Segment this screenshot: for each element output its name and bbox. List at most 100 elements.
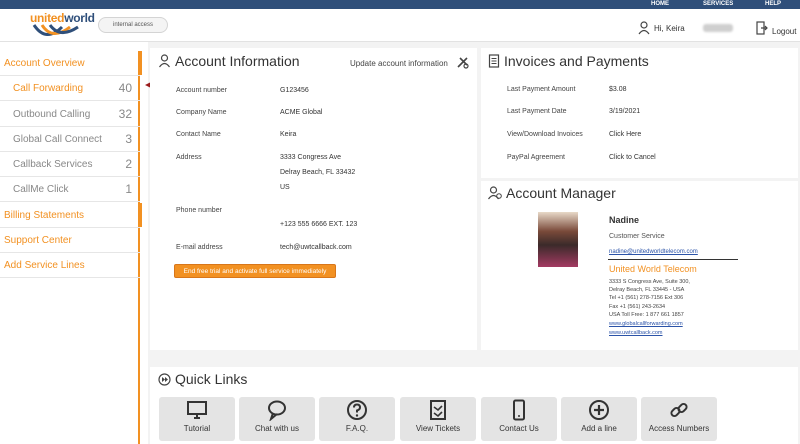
phone-value: +123 555 6666 EXT. 123 xyxy=(280,221,358,228)
quick-link-access-numbers[interactable]: Access Numbers xyxy=(641,397,717,441)
sidebar-item-support-center[interactable]: Support Center xyxy=(0,228,140,253)
manager-name: Nadine xyxy=(609,215,640,225)
panel-title-text: Invoices and Payments xyxy=(504,53,649,69)
top-nav-bar: HOME SERVICES HELP xyxy=(0,0,800,9)
sidebar-item-global-call-connect[interactable]: Global Call Connect 3 xyxy=(0,127,140,152)
quick-link-label: Add a line xyxy=(581,424,617,433)
manager-email-link[interactable]: nadine@unitedworldtelecom.com xyxy=(609,249,698,255)
quick-link-label: View Tickets xyxy=(415,424,461,433)
account-number-label: Account number xyxy=(176,87,227,94)
sidebar-item-outbound-calling[interactable]: Outbound Calling 32 xyxy=(0,102,140,127)
sidebar-item-label: Add Service Lines xyxy=(4,259,85,271)
document-icon xyxy=(488,54,500,68)
sidebar-item-label: Call Forwarding xyxy=(13,82,84,94)
logout-label: Logout xyxy=(772,27,797,36)
plus-circle-icon xyxy=(589,400,609,420)
quick-link-label: Chat with us xyxy=(254,424,300,433)
sidebar-item-label: Account Overview xyxy=(4,57,85,69)
sidebar-item-count: 32 xyxy=(118,107,132,121)
address-line3: US xyxy=(280,184,290,191)
sidebar-item-billing-statements[interactable]: Billing Statements xyxy=(0,203,142,228)
manager-website-link[interactable]: www.globalcallforwarding.com xyxy=(609,321,683,327)
sidebar-item-count: 3 xyxy=(125,132,132,146)
email-value: tech@uwtcallback.com xyxy=(280,244,352,251)
user-greeting: Hi, Keira xyxy=(654,23,685,33)
nav-services-link[interactable]: SERVICES xyxy=(703,0,733,9)
paypal-cancel-link[interactable]: Click to Cancel xyxy=(609,154,656,161)
account-manager-title: Account Manager xyxy=(488,185,616,201)
sidebar-item-call-forwarding[interactable]: Call Forwarding 40 xyxy=(0,76,140,101)
sidebar-item-label: Support Center xyxy=(4,234,72,246)
sidebar-item-count: 40 xyxy=(118,81,132,95)
quick-link-tutorial[interactable]: Tutorial xyxy=(159,397,235,441)
panel-title-text: Account Information xyxy=(175,53,300,69)
sidebar-item-label: Global Call Connect xyxy=(13,133,102,145)
user-icon xyxy=(638,21,650,35)
manager-address-line2: Delray Beach, FL 33445 - USA xyxy=(609,287,685,293)
manager-tollfree: USA Toll Free: 1 877 661 1857 xyxy=(609,312,684,318)
user-icon xyxy=(159,54,170,68)
sidebar-item-add-service-lines[interactable]: Add Service Lines xyxy=(0,253,140,278)
company-label: Company Name xyxy=(176,109,227,116)
quick-link-view-tickets[interactable]: View Tickets xyxy=(400,397,476,441)
quick-link-label: F.A.Q. xyxy=(345,424,369,433)
phone-label: Phone number xyxy=(176,207,222,214)
address-line2: Delray Beach, FL 33432 xyxy=(280,169,356,176)
brand-logo[interactable]: unitedworld xyxy=(30,11,95,41)
activate-service-button[interactable]: End free trial and activate full service… xyxy=(174,264,336,278)
update-account-link[interactable]: Update account information xyxy=(350,59,448,68)
paypal-agreement-label: PayPal Agreement xyxy=(507,154,565,161)
chat-bubble-icon xyxy=(268,400,286,421)
sidebar-item-callme-click[interactable]: CallMe Click 1 xyxy=(0,177,140,202)
quick-link-faq[interactable]: F.A.Q. xyxy=(319,397,395,441)
view-invoices-link[interactable]: Click Here xyxy=(609,131,641,138)
tools-icon[interactable] xyxy=(456,56,469,69)
address-label: Address xyxy=(176,154,202,161)
nav-help-link[interactable]: HELP xyxy=(765,0,781,9)
forward-circle-icon xyxy=(158,372,171,386)
account-info-title: Account Information xyxy=(158,53,300,69)
quick-links-title: Quick Links xyxy=(158,371,247,387)
manager-photo xyxy=(538,212,578,267)
logout-icon xyxy=(756,20,768,35)
quick-link-add-line[interactable]: Add a line xyxy=(561,397,637,441)
header: unitedworld internal access Hi, Keira Lo… xyxy=(0,9,800,42)
manager-icon xyxy=(488,186,502,200)
manager-address-line1: 3333 S Congress Ave, Suite 300, xyxy=(609,279,690,285)
sidebar-item-label: CallMe Click xyxy=(13,183,69,195)
quick-link-contact-us[interactable]: Contact Us xyxy=(481,397,557,441)
sidebar-item-count: 1 xyxy=(125,182,132,196)
sidebar-item-label: Billing Statements xyxy=(4,209,85,221)
sidebar-item-account-overview[interactable]: Account Overview xyxy=(0,51,142,76)
email-label: E-mail address xyxy=(176,244,223,251)
last-payment-amount-value: $3.08 xyxy=(609,86,627,93)
sidebar: Account Overview Call Forwarding 40 Outb… xyxy=(0,51,142,444)
sidebar-item-label: Outbound Calling xyxy=(13,108,91,120)
sidebar-item-callback-services[interactable]: Callback Services 2 xyxy=(0,152,140,177)
address-line1: 3333 Congress Ave xyxy=(280,154,341,161)
sidebar-item-label: Callback Services xyxy=(13,158,93,170)
quick-link-chat[interactable]: Chat with us xyxy=(239,397,315,441)
manager-website-link-2[interactable]: www.uwtcallback.com xyxy=(609,330,663,336)
logout-button[interactable]: Logout xyxy=(756,19,796,36)
divider xyxy=(608,259,738,260)
internal-access-badge[interactable]: internal access xyxy=(98,17,168,33)
last-payment-date-value: 3/19/2021 xyxy=(609,108,641,115)
section-marker xyxy=(139,203,142,227)
manager-role: Customer Service xyxy=(609,233,665,240)
invoices-title: Invoices and Payments xyxy=(488,53,649,69)
user-menu[interactable]: Hi, Keira xyxy=(638,19,733,37)
active-marker xyxy=(139,51,142,75)
quick-link-label: Access Numbers xyxy=(648,424,710,433)
quick-link-label: Tutorial xyxy=(183,424,211,433)
account-number-value: G123456 xyxy=(280,87,309,94)
panel-title-text: Quick Links xyxy=(175,371,248,387)
manager-tel: Tel +1 (561) 278-7156 Ext 306 xyxy=(609,295,684,301)
ticket-icon xyxy=(430,400,446,420)
quick-link-label: Contact Us xyxy=(499,424,539,433)
last-payment-date-label: Last Payment Date xyxy=(507,108,567,115)
nav-home-link[interactable]: HOME xyxy=(651,0,669,9)
manager-fax: Fax +1 (561) 243-2634 xyxy=(609,304,666,310)
link-icon xyxy=(670,402,688,418)
question-icon xyxy=(347,400,367,420)
